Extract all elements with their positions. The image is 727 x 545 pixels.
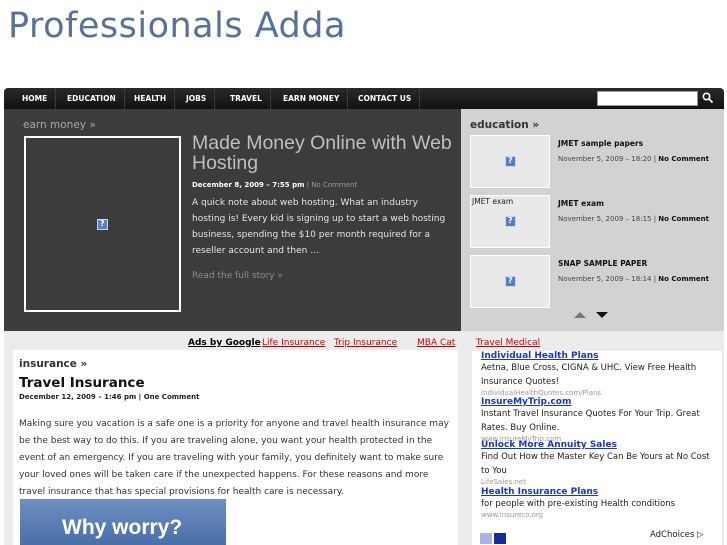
side-thumbnail[interactable]: JMET exam	[470, 195, 550, 248]
side-post-title[interactable]: JMET sample papers	[558, 139, 643, 148]
post-meta: December 12, 2009 – 1:46 pm | One Commen…	[19, 393, 200, 401]
featured-excerpt: A quick note about web hosting. What an …	[192, 198, 446, 256]
ad-link-trip-insurance[interactable]: Trip Insurance	[334, 338, 397, 348]
ad-unit: Health Insurance Plans for people with p…	[481, 487, 716, 519]
broken-image-icon	[505, 156, 516, 167]
ad-url[interactable]: IndividualHealthQuotes.com/Plans	[481, 389, 716, 397]
ad-pager	[480, 529, 508, 545]
nav-jobs[interactable]: JOBS	[178, 88, 216, 109]
nav-travel[interactable]: TRAVEL	[222, 88, 271, 109]
nav-health[interactable]: HEALTH	[126, 88, 176, 109]
search-icon[interactable]	[701, 91, 715, 105]
ad-link-mba-cat[interactable]: MBA Cat	[417, 338, 455, 348]
side-thumbnail-caption: JMET exam	[472, 197, 514, 206]
site-logo[interactable]: Professionals Adda	[8, 6, 346, 46]
ad-url[interactable]: LifeSales.net	[481, 478, 716, 486]
ad-unit: Individual Health Plans Aetna, Blue Cros…	[481, 351, 716, 397]
post-comments-link[interactable]: One Comment	[144, 393, 200, 401]
ad-text: Aetna, Blue Cross, CIGNA & UHC. View Fre…	[481, 363, 697, 387]
scroll-down-icon[interactable]	[596, 312, 608, 318]
side-post-meta: November 5, 2009 – 18:14 | No Comment	[558, 275, 710, 283]
ad-title-link[interactable]: Individual Health Plans	[481, 351, 716, 361]
side-thumbnail[interactable]	[470, 255, 550, 308]
ads-by-google-label[interactable]: Ads by Google	[188, 338, 261, 348]
featured-meta: December 8, 2009 – 7:55 pm | No Comment	[192, 181, 358, 189]
education-category-link[interactable]: education »	[470, 119, 539, 131]
side-post-meta: November 5, 2009 – 18:15 | No Comment	[558, 215, 710, 223]
ad-url[interactable]: www.Insureco.org	[481, 511, 716, 519]
ad-text: for people with pre-existing Health cond…	[481, 499, 676, 509]
promo-text: Why worry?	[62, 516, 183, 539]
broken-image-icon	[97, 219, 108, 230]
featured-date: December 8, 2009 – 7:55 pm	[192, 181, 305, 189]
ad-title-link[interactable]: Unlock More Annuity Sales	[481, 440, 716, 450]
ad-next-icon[interactable]	[494, 533, 506, 544]
google-ads-bar: Ads by Google Life Insurance Trip Insura…	[0, 338, 727, 350]
broken-image-icon	[505, 216, 516, 227]
main-nav: HOME EDUCATION HEALTH JOBS TRAVEL EARN M…	[4, 88, 724, 109]
featured-thumbnail[interactable]	[24, 136, 181, 312]
promo-image: Why worry?	[20, 499, 226, 545]
ad-prev-icon[interactable]	[480, 533, 492, 544]
side-post-title[interactable]: JMET exam	[558, 199, 604, 208]
post-date: December 12, 2009 – 1:46 pm	[19, 393, 137, 401]
scroll-up-icon[interactable]	[574, 312, 586, 318]
read-more-link[interactable]: Read the full story »	[192, 271, 283, 281]
featured-category-link[interactable]: earn money »	[23, 119, 96, 131]
ad-title-link[interactable]: Health Insurance Plans	[481, 487, 716, 497]
nav-contact-us[interactable]: CONTACT US	[350, 88, 421, 109]
nav-education[interactable]: EDUCATION	[59, 88, 125, 109]
search-input[interactable]	[597, 91, 698, 106]
ad-text: Instant Travel Insurance Quotes For Your…	[481, 409, 700, 433]
adchoices-link[interactable]: AdChoices ▷	[650, 530, 704, 540]
broken-image-icon	[505, 276, 516, 287]
post-category-link[interactable]: insurance »	[19, 358, 87, 370]
post-title-link[interactable]: Travel Insurance	[19, 375, 145, 391]
ad-link-life-insurance[interactable]: Life Insurance	[262, 338, 325, 348]
nav-home[interactable]: HOME	[14, 88, 57, 109]
featured-post: earn money » Made Money Online with Web …	[4, 109, 461, 331]
side-thumbnail[interactable]	[470, 135, 550, 188]
education-sidebar: education » JMET sample papers November …	[461, 109, 724, 331]
featured-comments-link[interactable]: No Comment	[311, 181, 357, 189]
ad-block: Individual Health Plans Aetna, Blue Cros…	[472, 351, 722, 545]
post-article: insurance » Travel Insurance December 12…	[13, 350, 458, 545]
ad-title-link[interactable]: InsureMyTrip.com	[481, 397, 716, 407]
featured-title-link[interactable]: Made Money Online with Web Hosting	[192, 133, 452, 173]
nav-earn-money[interactable]: EARN MONEY	[275, 88, 349, 109]
post-body: Making sure you vacation is a safe one i…	[19, 419, 449, 497]
ad-unit: InsureMyTrip.com Instant Travel Insuranc…	[481, 397, 716, 443]
ad-unit: Unlock More Annuity Sales Find Out How t…	[481, 440, 716, 486]
side-post-meta: November 5, 2009 – 18:20 | No Comment	[558, 155, 710, 163]
ad-link-travel-medical[interactable]: Travel Medical	[476, 338, 540, 348]
ad-text: Find Out How the Master Key Can Be Yours…	[481, 452, 710, 476]
side-post-title[interactable]: SNAP SAMPLE PAPER	[558, 259, 647, 268]
